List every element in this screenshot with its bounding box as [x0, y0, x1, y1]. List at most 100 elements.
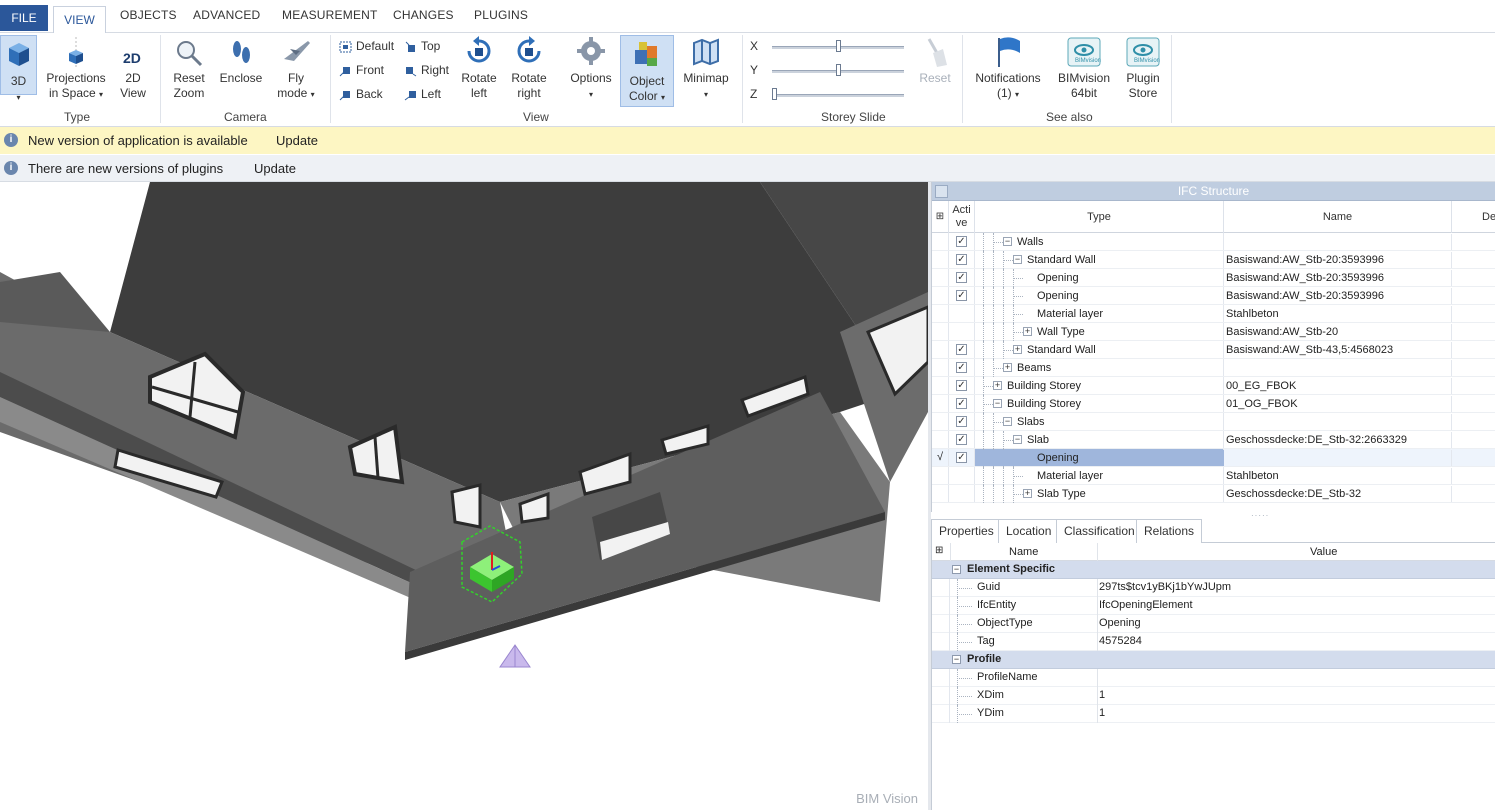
- property-row[interactable]: Guid 297ts$tcv1yBKj1bYwJUpm: [932, 579, 1495, 597]
- tree-row[interactable]: + Wall Type Basiswand:AW_Stb-20: [932, 323, 1495, 341]
- active-checkbox[interactable]: ✓: [956, 398, 967, 409]
- 2d-icon: 2D: [115, 33, 151, 71]
- plugin-update-link[interactable]: Update: [254, 155, 296, 182]
- tab-file[interactable]: FILE: [0, 5, 48, 31]
- tree-row[interactable]: ✓ Opening Basiswand:AW_Stb-20:3593996: [932, 287, 1495, 305]
- tab-advanced[interactable]: ADVANCED: [193, 8, 260, 22]
- column-chooser-icon[interactable]: ⊞: [935, 545, 943, 556]
- y-slider[interactable]: Y: [750, 63, 910, 79]
- fly-mode-button[interactable]: Fly mode ▾: [272, 33, 320, 107]
- tab-objects[interactable]: OBJECTS: [120, 8, 177, 22]
- active-checkbox[interactable]: ✓: [956, 344, 967, 355]
- collapse-icon[interactable]: −: [1003, 417, 1012, 426]
- column-header-name[interactable]: Name: [1224, 201, 1452, 233]
- left-slab-edge: [0, 272, 110, 332]
- column-chooser-icon[interactable]: ⊞: [932, 201, 949, 233]
- property-category[interactable]: − Profile: [932, 651, 1495, 669]
- tree-row[interactable]: + Slab Type Geschossdecke:DE_Stb-32: [932, 485, 1495, 503]
- view-left-button[interactable]: Left: [402, 85, 441, 103]
- expand-icon[interactable]: +: [1003, 363, 1012, 372]
- tab-classification[interactable]: Classification: [1056, 519, 1143, 543]
- y-slider-thumb[interactable]: [836, 64, 841, 76]
- expand-icon[interactable]: +: [1023, 327, 1032, 336]
- tree-row[interactable]: ✓ − Slab Geschossdecke:DE_Stb-32:2663329: [932, 431, 1495, 449]
- app-update-link[interactable]: Update: [276, 127, 318, 154]
- bimvision-64bit-button[interactable]: BIMvision BIMvision 64bit: [1054, 33, 1114, 107]
- collapse-icon[interactable]: −: [1013, 435, 1022, 444]
- enclose-button[interactable]: Enclose: [218, 33, 264, 107]
- tab-measurement[interactable]: MEASUREMENT: [282, 8, 378, 22]
- projections-button[interactable]: Projections in Space ▾: [44, 33, 108, 107]
- active-checkbox[interactable]: ✓: [956, 380, 967, 391]
- rotate-left-button[interactable]: Rotate left: [458, 33, 500, 107]
- collapse-icon[interactable]: −: [952, 655, 961, 664]
- property-category[interactable]: − Element Specific: [932, 561, 1495, 579]
- column-header-active[interactable]: Acti ve: [949, 201, 975, 233]
- tree-row[interactable]: Material layer Stahlbeton: [932, 305, 1495, 323]
- minimap-button[interactable]: Minimap ▾: [680, 33, 732, 107]
- collapse-icon[interactable]: −: [1003, 237, 1012, 246]
- view-top-button[interactable]: Top: [402, 37, 440, 55]
- tree-row[interactable]: ✓ + Standard Wall Basiswand:AW_Stb-43,5:456…: [932, 341, 1495, 359]
- active-checkbox[interactable]: ✓: [956, 290, 967, 301]
- tab-relations[interactable]: Relations: [1136, 519, 1203, 543]
- property-row[interactable]: YDim 1: [932, 705, 1495, 723]
- expand-icon[interactable]: +: [993, 381, 1002, 390]
- active-checkbox[interactable]: ✓: [956, 434, 967, 445]
- options-button[interactable]: Options ▾: [566, 33, 616, 107]
- active-checkbox[interactable]: ✓: [956, 254, 967, 265]
- tab-location[interactable]: Location: [998, 519, 1060, 543]
- column-header-type[interactable]: Type: [975, 201, 1224, 233]
- active-checkbox[interactable]: ✓: [956, 272, 967, 283]
- storey-reset-button[interactable]: Reset: [915, 33, 955, 107]
- property-row[interactable]: ProfileName: [932, 669, 1495, 687]
- x-slider[interactable]: X: [750, 39, 910, 55]
- tab-plugins[interactable]: PLUGINS: [474, 8, 528, 22]
- tab-properties[interactable]: Properties: [931, 519, 1002, 544]
- view-default-button[interactable]: Default: [337, 37, 394, 55]
- separator: [160, 35, 161, 123]
- property-row[interactable]: IfcEntity IfcOpeningElement: [932, 597, 1495, 615]
- tab-changes[interactable]: CHANGES: [393, 8, 454, 22]
- 2d-view-button[interactable]: 2D 2D View: [113, 33, 153, 107]
- view-front-button[interactable]: Front: [337, 61, 384, 79]
- tree-row[interactable]: ✓ Opening Basiswand:AW_Stb-20:3593996: [932, 269, 1495, 287]
- active-cell: ✓: [949, 449, 975, 466]
- expand-icon[interactable]: +: [1013, 345, 1022, 354]
- notifications-button[interactable]: Notifications (1) ▾: [970, 33, 1046, 107]
- rotate-right-button[interactable]: Rotate right: [508, 33, 550, 107]
- z-slider-thumb[interactable]: [772, 88, 777, 100]
- plugin-store-button[interactable]: BIMvision Plugin Store: [1122, 33, 1164, 107]
- collapse-icon[interactable]: −: [952, 565, 961, 574]
- active-checkbox[interactable]: ✓: [956, 452, 967, 463]
- active-checkbox[interactable]: ✓: [956, 362, 967, 373]
- tree-row[interactable]: Material layer Stahlbeton: [932, 467, 1495, 485]
- active-cell: ✓: [949, 233, 975, 250]
- view-back-button[interactable]: Back: [337, 85, 383, 103]
- 3d-button[interactable]: 3D ▾: [0, 35, 37, 102]
- reset-zoom-button[interactable]: Reset Zoom: [168, 33, 210, 107]
- tree-row[interactable]: ✓ + Building Storey 00_EG_FBOK: [932, 377, 1495, 395]
- z-slider[interactable]: Z: [750, 87, 910, 103]
- expand-icon[interactable]: +: [1023, 489, 1032, 498]
- column-header-description[interactable]: De: [1452, 201, 1495, 233]
- tree-row[interactable]: ✓ − Building Storey 01_OG_FBOK: [932, 395, 1495, 413]
- active-checkbox[interactable]: ✓: [956, 236, 967, 247]
- tree-row[interactable]: ✓ + Beams: [932, 359, 1495, 377]
- tree-row[interactable]: ✓ − Standard Wall Basiswand:AW_Stb-20:35939…: [932, 251, 1495, 269]
- property-row[interactable]: ObjectType Opening: [932, 615, 1495, 633]
- property-row[interactable]: Tag 4575284: [932, 633, 1495, 651]
- pin-icon[interactable]: [935, 185, 948, 198]
- tree-row[interactable]: ✓ − Slabs: [932, 413, 1495, 431]
- x-slider-thumb[interactable]: [836, 40, 841, 52]
- tab-view[interactable]: VIEW: [53, 6, 106, 34]
- view-right-button[interactable]: Right: [402, 61, 449, 79]
- collapse-icon[interactable]: −: [993, 399, 1002, 408]
- active-checkbox[interactable]: ✓: [956, 416, 967, 427]
- object-color-button[interactable]: Object Color ▾: [620, 35, 674, 107]
- collapse-icon[interactable]: −: [1013, 255, 1022, 264]
- property-row[interactable]: XDim 1: [932, 687, 1495, 705]
- tree-row[interactable]: √ ✓ Opening: [932, 449, 1495, 467]
- tree-row[interactable]: ✓ − Walls: [932, 233, 1495, 251]
- 3d-viewport[interactable]: BIM Vision: [0, 182, 928, 810]
